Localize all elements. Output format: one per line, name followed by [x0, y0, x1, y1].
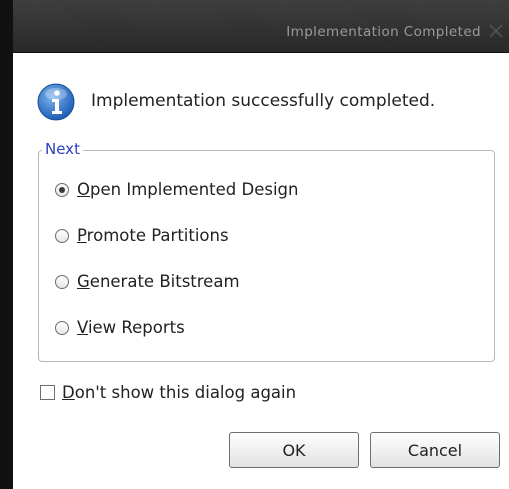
dialog-content: Implementation successfully completed. N… — [13, 53, 509, 489]
info-icon — [37, 83, 75, 121]
radio-generate-bitstream[interactable] — [55, 274, 69, 289]
title-bar[interactable]: Implementation Completed — [13, 0, 509, 53]
option-label: Generate Bitstream — [77, 272, 240, 291]
completion-message: Implementation successfully completed. — [91, 91, 436, 111]
option-promote-partitions[interactable]: Promote Partitions — [55, 226, 229, 245]
dialog-window: Implementation Completed Implementation … — [0, 0, 509, 489]
ok-button[interactable]: OK — [229, 432, 359, 468]
radio-promote-partitions[interactable] — [55, 228, 69, 243]
radio-view-reports[interactable] — [55, 320, 69, 335]
next-group: Next Open Implemented Design Promote Par… — [38, 140, 495, 362]
dialog-title: Implementation Completed — [286, 24, 481, 40]
option-label: Promote Partitions — [77, 226, 229, 245]
cancel-button[interactable]: Cancel — [370, 432, 500, 468]
next-group-legend: Next — [42, 140, 83, 158]
dont-show-again-option[interactable]: Don't show this dialog again — [40, 383, 296, 402]
option-view-reports[interactable]: View Reports — [55, 318, 185, 337]
option-open-implemented-design[interactable]: Open Implemented Design — [55, 180, 298, 199]
close-icon[interactable] — [487, 22, 505, 40]
option-label: Open Implemented Design — [77, 180, 299, 199]
radio-open-implemented-design[interactable] — [55, 182, 69, 197]
dont-show-again-checkbox[interactable] — [40, 385, 55, 400]
option-generate-bitstream[interactable]: Generate Bitstream — [55, 272, 240, 291]
dont-show-again-label: Don't show this dialog again — [62, 383, 297, 402]
option-label: View Reports — [77, 318, 185, 337]
window-left-border — [0, 0, 13, 489]
